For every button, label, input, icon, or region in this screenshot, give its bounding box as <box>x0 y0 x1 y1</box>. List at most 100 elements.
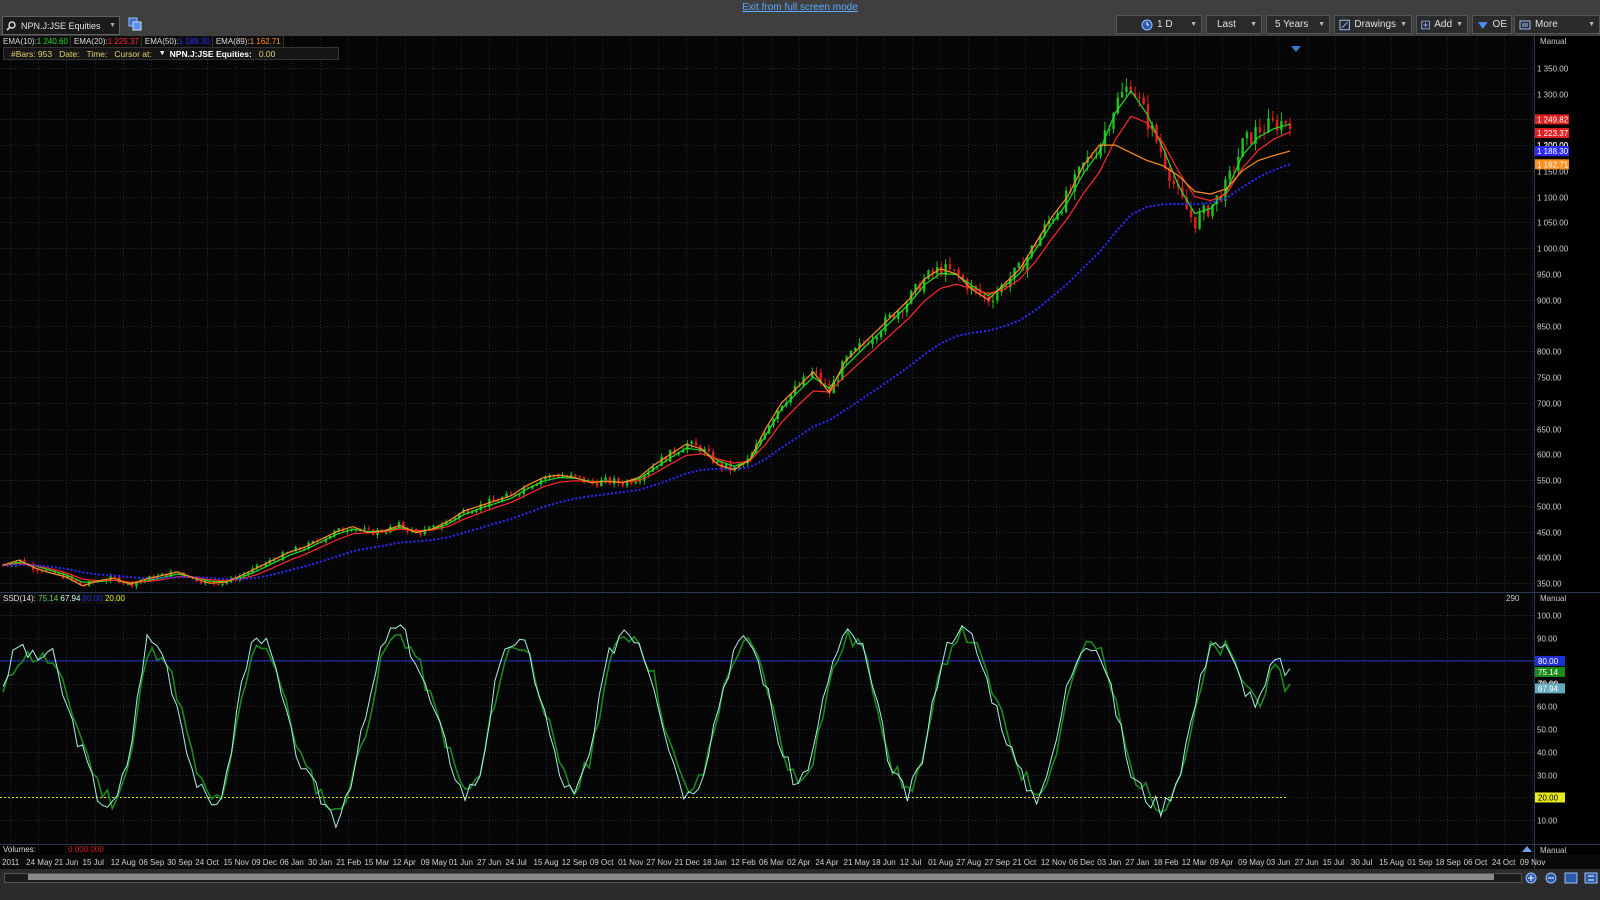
time-axis-label: 15 Aug <box>534 858 559 867</box>
candle-body <box>604 477 607 481</box>
candle-body <box>199 581 203 584</box>
time-axis-label: 12 Feb <box>731 858 756 867</box>
candle-body <box>1284 121 1287 124</box>
price-axis-label: 1 050.00 <box>1537 219 1569 228</box>
candle-body <box>1262 131 1266 133</box>
layout-icon[interactable] <box>1564 871 1578 884</box>
time-axis-label: 01 Sep <box>1407 858 1433 867</box>
candle-body <box>427 527 431 529</box>
time-axis-label: 15 Jul <box>83 858 105 867</box>
time-axis-label: 12 Mar <box>1182 858 1207 867</box>
ssd-panel-background <box>0 593 1534 844</box>
candle-body <box>496 500 500 502</box>
price-scale-mode[interactable]: Manual <box>1540 37 1566 46</box>
ssd-axis-label: 100.00 <box>1537 612 1562 621</box>
time-axis-label: 06 Jan <box>280 858 304 867</box>
price-tag-label: 1 249.82 <box>1537 115 1569 124</box>
price-axis-label: 1 000.00 <box>1537 245 1569 254</box>
candle-body <box>953 269 956 271</box>
candle-body <box>884 317 887 332</box>
zoom-out-icon[interactable] <box>1544 871 1558 884</box>
ssd-tag-label: 75.14 <box>1538 668 1559 677</box>
time-axis-label: 03 Jan <box>1097 858 1121 867</box>
time-axis-label: 24 Oct <box>195 858 219 867</box>
expand-panel-icon <box>1522 846 1532 852</box>
candle-body <box>875 337 878 340</box>
ssd-axis-label: 10.00 <box>1537 817 1558 826</box>
time-axis-label: 2011 <box>2 858 20 867</box>
candle-body <box>574 474 577 476</box>
candle-body <box>690 441 693 444</box>
ema20-legend: EMA(20):1 225.37 <box>70 36 142 47</box>
bars-count: #Bars: 953 <box>11 48 53 59</box>
time-axis-label: 27 Jan <box>1125 858 1149 867</box>
cursor-info-bar: #Bars: 953 Date: Time: Cursor at: ▼ NPN.… <box>3 47 339 60</box>
candle-body <box>367 528 371 530</box>
zoom-in-icon[interactable] <box>1524 871 1538 884</box>
candle-body <box>40 570 43 572</box>
time-axis-label: 21 Jun <box>54 858 78 867</box>
volume-scale-mode[interactable]: Manual <box>1540 846 1566 855</box>
scroll-thumb[interactable] <box>28 874 1494 880</box>
time-axis-label: 24 Jul <box>505 858 527 867</box>
candle-body <box>1138 96 1141 98</box>
price-axis-label: 450.00 <box>1537 529 1562 538</box>
time-axis-label: 15 Jul <box>1323 858 1345 867</box>
time-axis-label: 12 Apr <box>393 858 416 867</box>
time-axis-label: 27 Nov <box>646 858 671 867</box>
settings-icon[interactable] <box>1584 871 1598 884</box>
candle-body <box>1258 127 1262 132</box>
time-axis-label: 21 Oct <box>1013 858 1037 867</box>
candle-body <box>1202 205 1206 214</box>
time-axis-label: 15 Nov <box>223 858 248 867</box>
time-axis-label: 06 Oct <box>1464 858 1488 867</box>
cursor-value: 0.00 <box>258 48 276 59</box>
ssd-scale-mode[interactable]: Manual <box>1540 594 1566 603</box>
ssd-tag-label: 67.94 <box>1538 684 1559 693</box>
time-axis-label: 18 Jun <box>872 858 896 867</box>
time-scrollbar[interactable] <box>0 869 1600 900</box>
time-axis-label: 24 Oct <box>1492 858 1516 867</box>
price-legend: EMA(10):1 240.60 EMA(20):1 225.37 EMA(50… <box>0 36 284 47</box>
time-axis-label: 01 Nov <box>618 858 643 867</box>
price-axis-label: 1 100.00 <box>1537 194 1569 203</box>
triangle-down-icon[interactable]: ▼ <box>159 50 166 57</box>
candle-body <box>432 525 435 528</box>
time-axis-label: 09 May <box>1238 858 1264 867</box>
time-axis-label: 18 Feb <box>1154 858 1179 867</box>
price-axis-label: 850.00 <box>1537 323 1562 332</box>
time-axis-label: 06 Dec <box>1069 858 1094 867</box>
ssd-axis-label: 40.00 <box>1537 749 1558 758</box>
ssd-tag-label: 20.00 <box>1538 793 1559 802</box>
chart-canvas[interactable]: 350.00 400.00 450.00 500.00 550.00 600.00 650.… <box>0 0 1600 869</box>
time-axis-label: 15 Mar <box>364 858 389 867</box>
candle-body <box>608 477 612 484</box>
candle-body <box>668 449 672 462</box>
candle-body <box>1194 217 1197 229</box>
price-axis-label: 950.00 <box>1537 271 1562 280</box>
time-axis-label: 24 Apr <box>815 858 838 867</box>
time-axis-label: 09 Nov <box>1520 858 1545 867</box>
candle-body <box>957 269 960 275</box>
price-axis-label: 600.00 <box>1537 451 1562 460</box>
candle-body <box>996 292 999 301</box>
price-axis-label: 750.00 <box>1537 374 1562 383</box>
candle-body <box>694 441 698 446</box>
ssd-counter: 290 <box>1506 594 1520 603</box>
ssd-axis-label: 30.00 <box>1537 772 1558 781</box>
time-axis-label: 09 May <box>421 858 447 867</box>
ssd-legend: SSD(14): 75.14 67.94 80.00 20.00 <box>0 593 125 604</box>
time-axis-label: 21 May <box>844 858 870 867</box>
candle-body <box>578 475 581 477</box>
time-axis-label: 12 Aug <box>111 858 136 867</box>
time-axis-label: 27 Jun <box>1295 858 1319 867</box>
candle-body <box>36 569 39 571</box>
price-panel-background <box>0 36 1534 592</box>
candle-body <box>707 449 711 452</box>
time-axis-label: 01 Aug <box>928 858 953 867</box>
candle-body <box>621 483 625 486</box>
time-axis-label: 02 Apr <box>787 858 810 867</box>
candle-body <box>595 482 599 487</box>
ema89-legend: EMA(89):1 162.71 <box>212 36 284 47</box>
candle-body <box>217 583 220 585</box>
